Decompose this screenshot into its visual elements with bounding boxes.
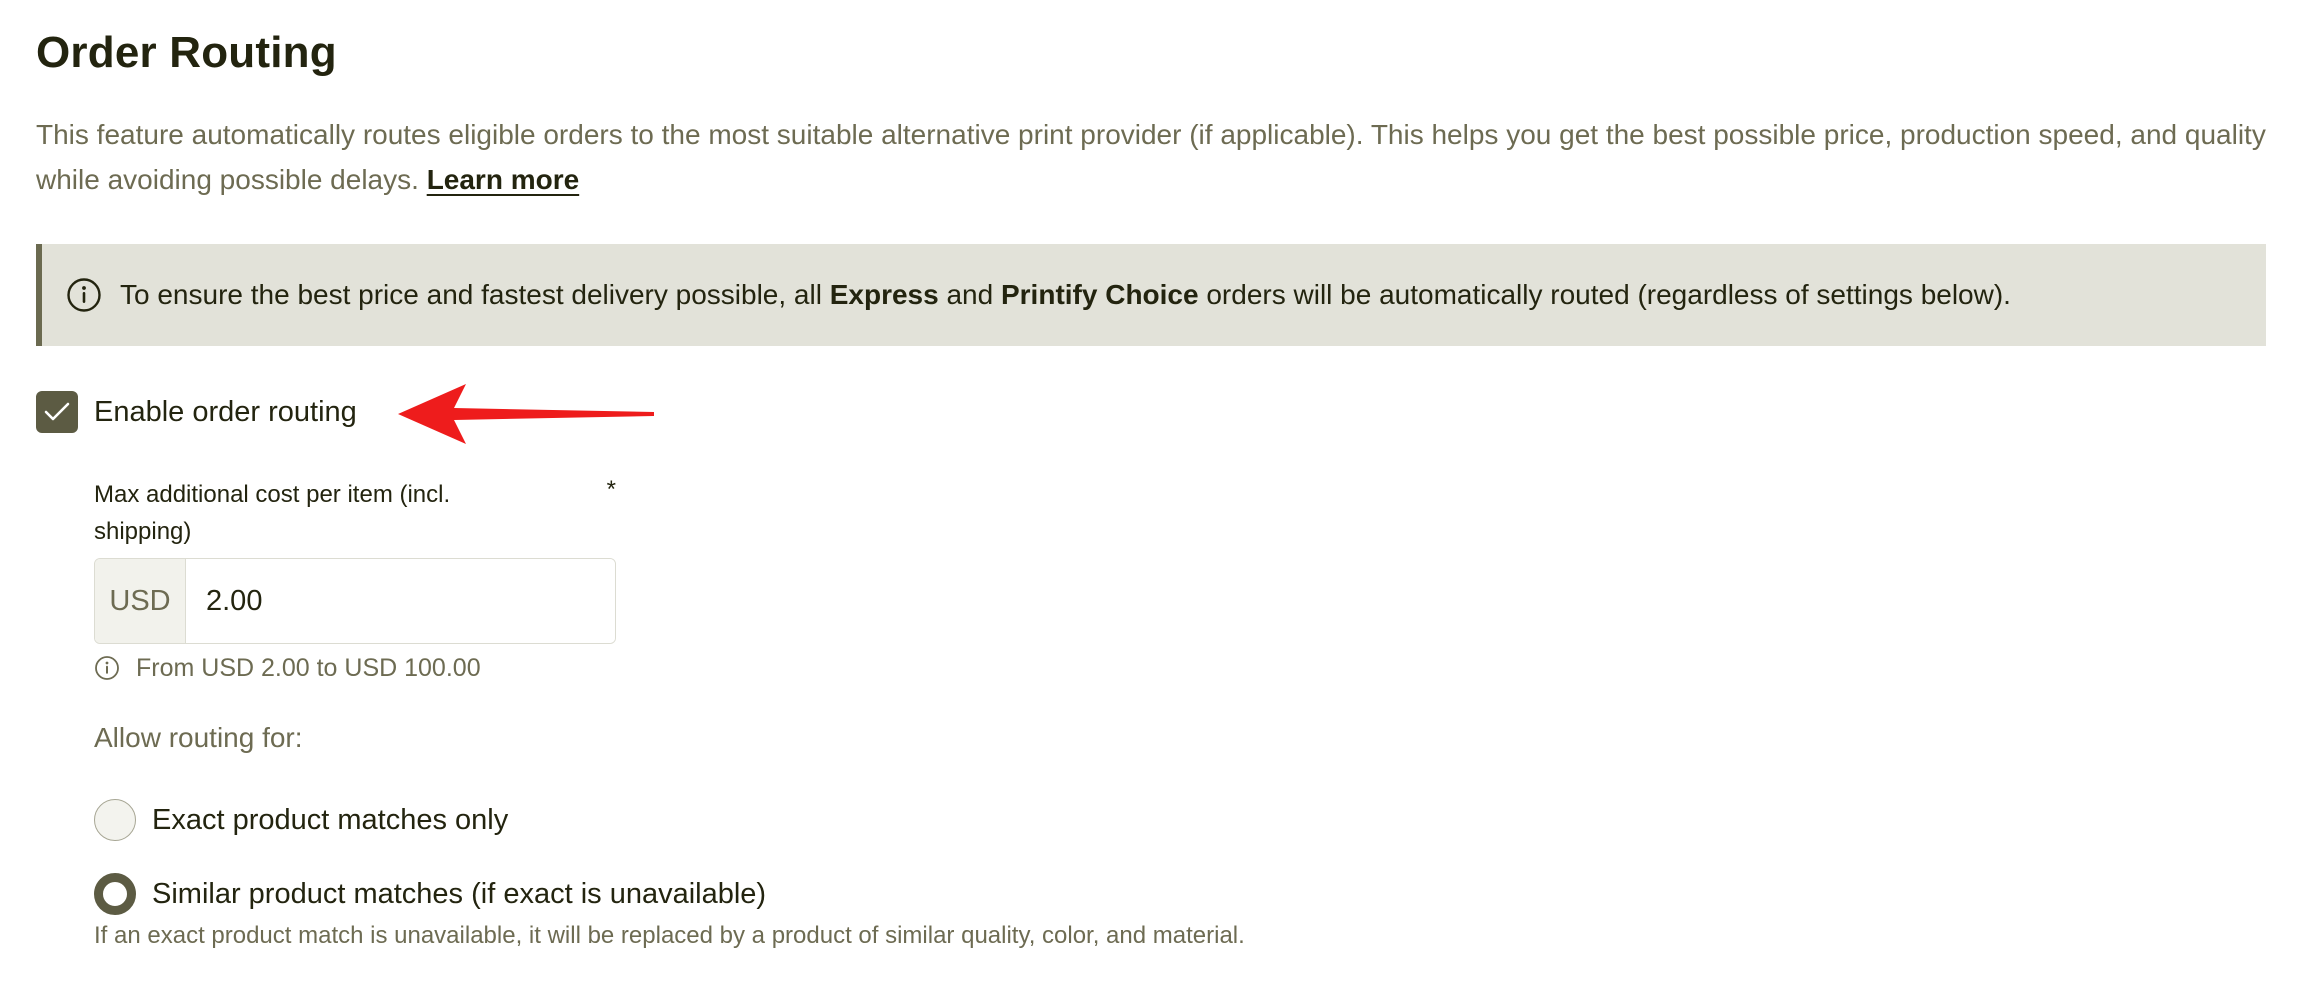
enable-order-routing-label[interactable]: Enable order routing [94,396,357,429]
radio-button-exact[interactable] [94,799,136,841]
description-text: This feature automatically routes eligib… [36,119,2266,195]
radio-similar-match[interactable]: Similar product matches (if exact is una… [94,871,766,917]
notice-text-part: and [946,279,994,310]
max-cost-input-group: USD [94,558,616,644]
max-cost-hint-text: From USD 2.00 to USD 100.00 [136,653,481,682]
info-notice: To ensure the best price and fastest del… [36,244,2266,346]
max-cost-input[interactable] [186,559,615,643]
similar-match-help-text: If an exact product match is unavailable… [94,922,1245,949]
radio-exact-match[interactable]: Exact product matches only [94,797,508,843]
info-circle-icon [95,656,119,680]
notice-printify-choice-label: Printify Choice [1000,279,1199,310]
page-title: Order Routing [36,28,337,77]
checkmark-icon [44,402,70,421]
max-cost-field: Max additional cost per item (incl. ship… [94,476,616,682]
notice-text-part: To ensure the best price and fastest del… [120,279,822,310]
learn-more-link[interactable]: Learn more [427,164,580,195]
currency-prefix: USD [95,559,186,643]
max-cost-label: Max additional cost per item (incl. ship… [94,481,451,545]
required-marker: * [606,476,616,503]
radio-label-similar[interactable]: Similar product matches (if exact is una… [152,878,766,911]
enable-order-routing-checkbox[interactable] [36,391,78,433]
allow-routing-label: Allow routing for: [94,722,303,753]
notice-text-part: orders will be automatically routed (reg… [1206,279,2011,310]
max-cost-hint: From USD 2.00 to USD 100.00 [94,646,481,690]
radio-label-exact[interactable]: Exact product matches only [152,804,508,837]
annotation-arrow-icon [398,384,654,444]
notice-text: To ensure the best price and fastest del… [120,279,2011,311]
page-description: This feature automatically routes eligib… [36,112,2266,202]
enable-order-routing-row[interactable]: Enable order routing [36,390,357,434]
radio-button-similar[interactable] [94,873,136,915]
info-circle-icon [67,278,101,312]
notice-express-label: Express [829,279,939,310]
